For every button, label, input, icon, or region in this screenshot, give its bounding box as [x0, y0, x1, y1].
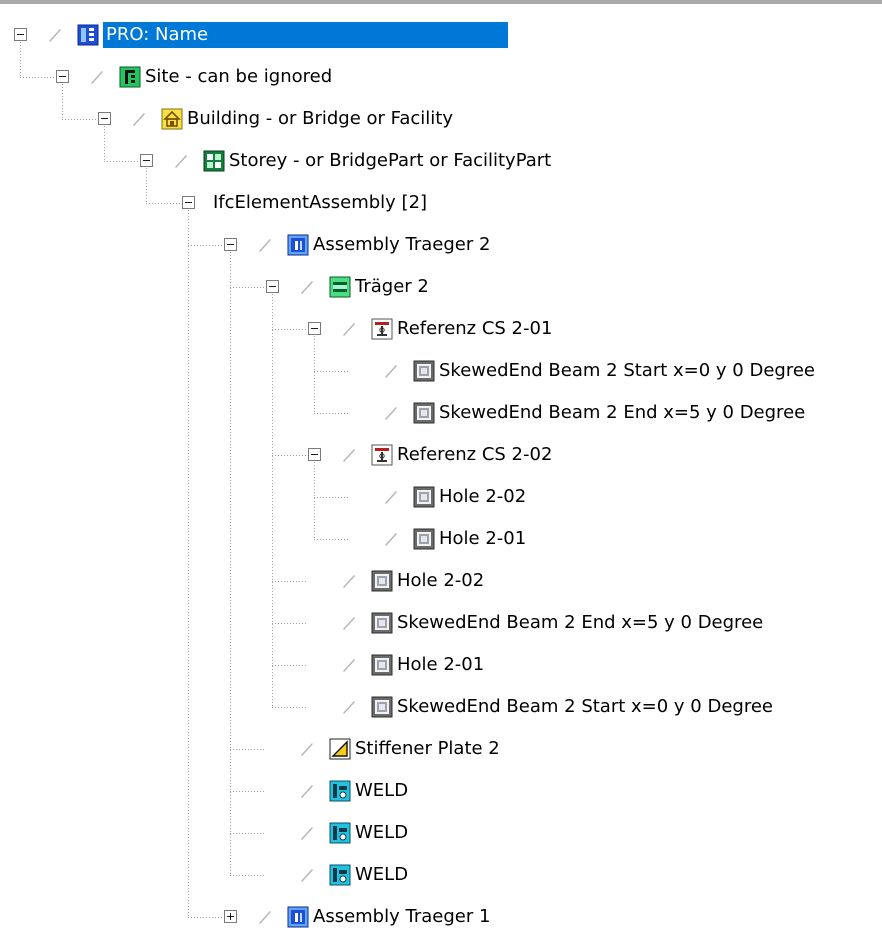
beam-icon: [329, 276, 351, 298]
tree-node[interactable]: Assembly Traeger 2: [0, 224, 882, 266]
edit-pencil-icon[interactable]: [383, 531, 399, 547]
tree-node-label[interactable]: WELD: [355, 778, 408, 804]
tree-node[interactable]: WELD: [0, 770, 882, 812]
tree-node[interactable]: Assembly Traeger 1: [0, 896, 882, 938]
project-icon: [77, 24, 99, 46]
tree-node[interactable]: Hole 2-01: [0, 644, 882, 686]
tree-node-label[interactable]: Hole 2-01: [439, 526, 526, 552]
edit-pencil-icon[interactable]: [299, 825, 315, 841]
edit-pencil-icon[interactable]: [341, 573, 357, 589]
tree-node-label[interactable]: SkewedEnd Beam 2 Start x=0 y 0 Degree: [439, 358, 815, 384]
edit-pencil-icon[interactable]: [89, 69, 105, 85]
tree-node-label[interactable]: Träger 2: [355, 274, 429, 300]
tree-node-label[interactable]: Assembly Traeger 2: [313, 232, 490, 258]
tree-node[interactable]: Building - or Bridge or Facility: [0, 98, 882, 140]
edit-pencil-icon[interactable]: [257, 909, 273, 925]
edit-pencil-icon[interactable]: [257, 237, 273, 253]
tree-node-label[interactable]: WELD: [355, 862, 408, 888]
storey-icon: [203, 150, 225, 172]
opening-icon: [371, 696, 393, 718]
edit-pencil-icon[interactable]: [341, 699, 357, 715]
reference-cs-icon: [371, 444, 393, 466]
tree-node-label[interactable]: Site - can be ignored: [145, 64, 332, 90]
collapse-toggle[interactable]: [56, 70, 69, 83]
model-tree[interactable]: PRO: Name Site - can be ignored Building -…: [0, 0, 882, 929]
tree-node-label[interactable]: Hole 2-01: [397, 652, 484, 678]
tree-node-label[interactable]: PRO: Name: [103, 22, 509, 48]
weld-icon: [329, 822, 351, 844]
weld-icon: [329, 864, 351, 886]
tree-node[interactable]: SkewedEnd Beam 2 Start x=0 y 0 Degree: [0, 350, 882, 392]
tree-node-label[interactable]: Assembly Traeger 1: [313, 904, 490, 930]
edit-pencil-icon[interactable]: [383, 363, 399, 379]
tree-node[interactable]: Träger 2: [0, 266, 882, 308]
collapse-toggle[interactable]: [98, 112, 111, 125]
tree-node-label[interactable]: Building - or Bridge or Facility: [187, 106, 453, 132]
edit-pencil-icon[interactable]: [383, 489, 399, 505]
edit-pencil-icon[interactable]: [299, 783, 315, 799]
tree-node-label[interactable]: Referenz CS 2-02: [397, 442, 552, 468]
tree-node[interactable]: Hole 2-02: [0, 560, 882, 602]
tree-node[interactable]: PRO: Name: [0, 14, 882, 56]
edit-pencil-icon[interactable]: [341, 657, 357, 673]
collapse-toggle[interactable]: [308, 448, 321, 461]
assembly-icon: [287, 906, 309, 928]
opening-icon: [413, 360, 435, 382]
tree-node-label[interactable]: WELD: [355, 820, 408, 846]
collapse-toggle[interactable]: [308, 322, 321, 335]
opening-icon: [371, 570, 393, 592]
tree-node[interactable]: Site - can be ignored: [0, 56, 882, 98]
reference-cs-icon: [371, 318, 393, 340]
tree-node[interactable]: Referenz CS 2-01: [0, 308, 882, 350]
tree-node-label[interactable]: SkewedEnd Beam 2 End x=5 y 0 Degree: [439, 400, 805, 426]
edit-pencil-icon[interactable]: [299, 741, 315, 757]
edit-pencil-icon[interactable]: [383, 405, 399, 421]
opening-icon: [371, 612, 393, 634]
collapse-toggle[interactable]: [14, 28, 27, 41]
building-icon: [161, 108, 183, 130]
tree-node[interactable]: Hole 2-02: [0, 476, 882, 518]
tree-node[interactable]: Stiffener Plate 2: [0, 728, 882, 770]
collapse-toggle[interactable]: [182, 196, 195, 209]
tree-node-label[interactable]: Hole 2-02: [397, 568, 484, 594]
expand-toggle[interactable]: [224, 910, 237, 923]
tree-node[interactable]: SkewedEnd Beam 2 End x=5 y 0 Degree: [0, 392, 882, 434]
assembly-icon: [287, 234, 309, 256]
tree-node-label[interactable]: SkewedEnd Beam 2 End x=5 y 0 Degree: [397, 610, 763, 636]
tree-node-label[interactable]: SkewedEnd Beam 2 Start x=0 y 0 Degree: [397, 694, 773, 720]
opening-icon: [413, 528, 435, 550]
weld-icon: [329, 780, 351, 802]
edit-pencil-icon[interactable]: [173, 153, 189, 169]
edit-pencil-icon[interactable]: [341, 447, 357, 463]
opening-icon: [371, 654, 393, 676]
tree-node-label[interactable]: Storey - or BridgePart or FacilityPart: [229, 148, 551, 174]
tree-node[interactable]: Hole 2-01: [0, 518, 882, 560]
tree-node[interactable]: Storey - or BridgePart or FacilityPart: [0, 140, 882, 182]
tree-node-label[interactable]: Referenz CS 2-01: [397, 316, 552, 342]
tree-node[interactable]: WELD: [0, 812, 882, 854]
edit-pencil-icon[interactable]: [341, 615, 357, 631]
tree-node[interactable]: Referenz CS 2-02: [0, 434, 882, 476]
tree-node-label[interactable]: IfcElementAssembly [2]: [213, 190, 427, 216]
edit-pencil-icon[interactable]: [299, 867, 315, 883]
opening-icon: [413, 486, 435, 508]
edit-pencil-icon[interactable]: [131, 111, 147, 127]
collapse-toggle[interactable]: [266, 280, 279, 293]
edit-pencil-icon[interactable]: [47, 27, 63, 43]
plate-icon: [329, 738, 351, 760]
edit-pencil-icon[interactable]: [299, 279, 315, 295]
edit-pencil-icon[interactable]: [341, 321, 357, 337]
tree-node[interactable]: WELD: [0, 854, 882, 896]
site-icon: [119, 66, 141, 88]
tree-node-label[interactable]: Hole 2-02: [439, 484, 526, 510]
tree-node[interactable]: SkewedEnd Beam 2 End x=5 y 0 Degree: [0, 602, 882, 644]
tree-node[interactable]: SkewedEnd Beam 2 Start x=0 y 0 Degree: [0, 686, 882, 728]
tree-node[interactable]: IfcElementAssembly [2]: [0, 182, 882, 224]
collapse-toggle[interactable]: [224, 238, 237, 251]
tree-node-label[interactable]: Stiffener Plate 2: [355, 736, 500, 762]
collapse-toggle[interactable]: [140, 154, 153, 167]
opening-icon: [413, 402, 435, 424]
